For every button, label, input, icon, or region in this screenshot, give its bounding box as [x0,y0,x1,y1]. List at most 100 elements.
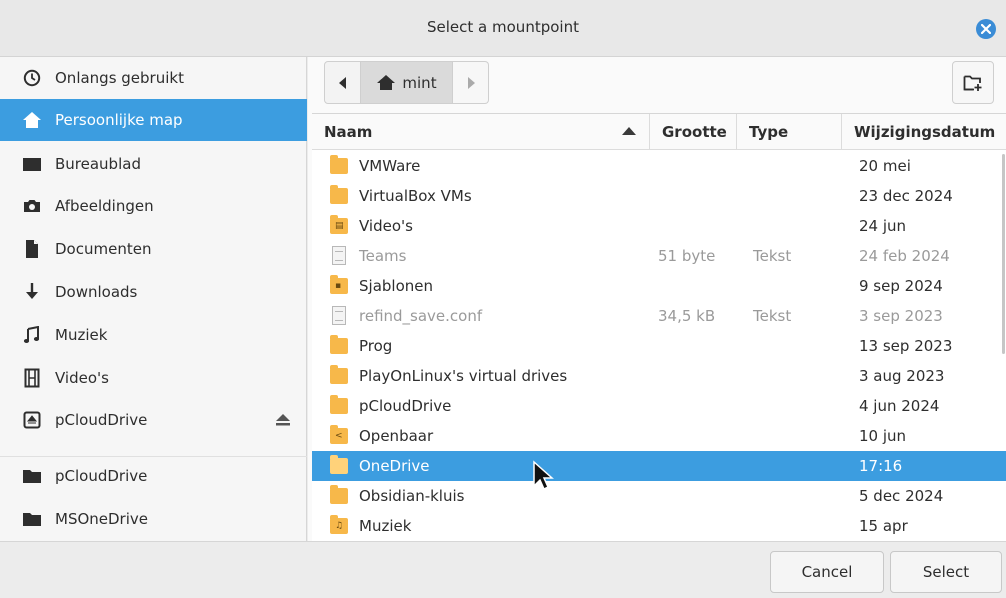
chevron-right-icon [467,76,475,89]
sidebar-item-pclouddrive-bookmark[interactable]: pCloudDrive [0,455,307,497]
sidebar-item-pictures[interactable]: Afbeeldingen [0,185,307,227]
file-name: VirtualBox VMs [359,187,472,205]
table-row[interactable]: refind_save.conf 34,5 kB Tekst 3 sep 202… [312,301,1006,331]
file-date: 20 mei [859,157,911,175]
file-name: PlayOnLinux's virtual drives [359,367,568,385]
file-name: Openbaar [359,427,434,445]
sidebar-item-msonedrive[interactable]: MSOneDrive [0,498,307,540]
file-date: 3 aug 2023 [859,367,945,385]
column-header-date[interactable]: Wijzigingsdatum [842,114,1006,150]
path-segment-home[interactable]: mint [361,61,453,104]
dialog-footer: Cancel Select [0,541,1006,598]
sidebar-item-label: Bureaublad [55,155,141,173]
new-folder-icon [963,75,982,91]
table-row[interactable]: < Openbaar 10 jun [312,421,1006,451]
file-name: pCloudDrive [359,397,452,415]
sidebar-item-home[interactable]: Persoonlijke map [0,99,307,141]
column-header-label: Type [749,123,789,141]
table-row[interactable]: ▤ Video's 24 jun [312,211,1006,241]
folder-icon [330,185,348,204]
path-bar: mint [324,61,489,104]
sort-ascending-icon [622,127,636,135]
clock-icon [22,68,42,88]
folder-icon [330,455,348,474]
table-row[interactable]: PlayOnLinux's virtual drives 3 aug 2023 [312,361,1006,391]
folder-icon [330,365,348,384]
column-header-label: Wijzigingsdatum [854,123,996,141]
column-header-size[interactable]: Grootte [650,114,737,150]
file-date: 17:16 [859,457,903,475]
dialog-title: Select a mountpoint [427,18,579,36]
file-date: 24 feb 2024 [859,247,950,265]
file-list-header: Naam Grootte Type Wijzigingsdatum [312,114,1006,150]
table-row[interactable]: Prog 13 sep 2023 [312,331,1006,361]
table-row[interactable]: VirtualBox VMs 23 dec 2024 [312,181,1006,211]
sidebar-item-label: Onlangs gebruikt [55,69,184,87]
file-browser: mint Naam Grootte Type Wijzigingsdatum V… [308,57,1006,541]
sidebar-item-label: MSOneDrive [55,510,148,528]
file-type: Tekst [753,247,792,265]
file-date: 4 jun 2024 [859,397,940,415]
folder-icon [330,335,348,354]
new-folder-button[interactable] [952,61,994,104]
path-forward-button[interactable] [453,61,489,104]
mouse-pointer-icon [533,460,554,491]
cancel-button[interactable]: Cancel [770,551,884,593]
sidebar-item-desktop[interactable]: Bureaublad [0,143,307,185]
sidebar-item-label: Afbeeldingen [55,197,154,215]
file-date: 5 dec 2024 [859,487,944,505]
camera-icon [22,196,42,216]
column-header-label: Naam [324,123,373,141]
close-icon [981,24,991,34]
document-icon [22,239,42,259]
sidebar-item-pclouddrive-mount[interactable]: pCloudDrive [0,399,307,441]
folder-icon [330,485,348,504]
eject-icon[interactable] [274,411,292,429]
table-row[interactable]: VMWare 20 mei [312,151,1006,181]
folder-icon [330,155,348,174]
file-name: refind_save.conf [359,307,483,325]
table-row-selected[interactable]: OneDrive 17:16 [312,451,1006,481]
table-row[interactable]: Obsidian-kluis 5 dec 2024 [312,481,1006,511]
file-date: 23 dec 2024 [859,187,953,205]
file-date: 13 sep 2023 [859,337,953,355]
file-date: 9 sep 2024 [859,277,943,295]
music-note-icon [22,325,42,345]
drive-icon [22,410,42,430]
column-header-label: Grootte [662,123,727,141]
sidebar-item-downloads[interactable]: Downloads [0,271,307,313]
table-row[interactable]: Teams 51 byte Tekst 24 feb 2024 [312,241,1006,271]
file-date: 10 jun [859,427,907,445]
folder-public-icon: < [330,425,348,444]
folder-dark-icon [22,509,42,529]
column-header-type[interactable]: Type [737,114,842,150]
sidebar-item-music[interactable]: Muziek [0,314,307,356]
sidebar-item-label: pCloudDrive [55,411,148,429]
desktop-icon [22,154,42,174]
home-icon [377,75,396,90]
file-name: Obsidian-kluis [359,487,465,505]
folder-icon [330,395,348,414]
sidebar-item-videos[interactable]: Video's [0,357,307,399]
sidebar-item-label: Downloads [55,283,138,301]
table-row[interactable]: ♫ Muziek 15 apr [312,511,1006,541]
film-icon [22,368,42,388]
folder-dark-icon [22,466,42,486]
home-icon [22,110,42,130]
table-row[interactable]: pCloudDrive 4 jun 2024 [312,391,1006,421]
folder-music-icon: ♫ [330,515,348,534]
file-size: 51 byte [658,247,716,265]
file-name: Prog [359,337,393,355]
column-header-name[interactable]: Naam [312,114,650,150]
file-date: 15 apr [859,517,908,535]
select-button[interactable]: Select [890,551,1002,593]
sidebar-item-label: Documenten [55,240,152,258]
file-list: Naam Grootte Type Wijzigingsdatum VMWare… [312,113,1006,541]
sidebar-item-documents[interactable]: Documenten [0,228,307,270]
file-name: OneDrive [359,457,430,475]
scrollbar[interactable] [1002,154,1005,354]
close-button[interactable] [976,19,996,39]
path-back-button[interactable] [324,61,361,104]
sidebar-item-recent[interactable]: Onlangs gebruikt [0,57,307,99]
table-row[interactable]: ▪ Sjablonen 9 sep 2024 [312,271,1006,301]
